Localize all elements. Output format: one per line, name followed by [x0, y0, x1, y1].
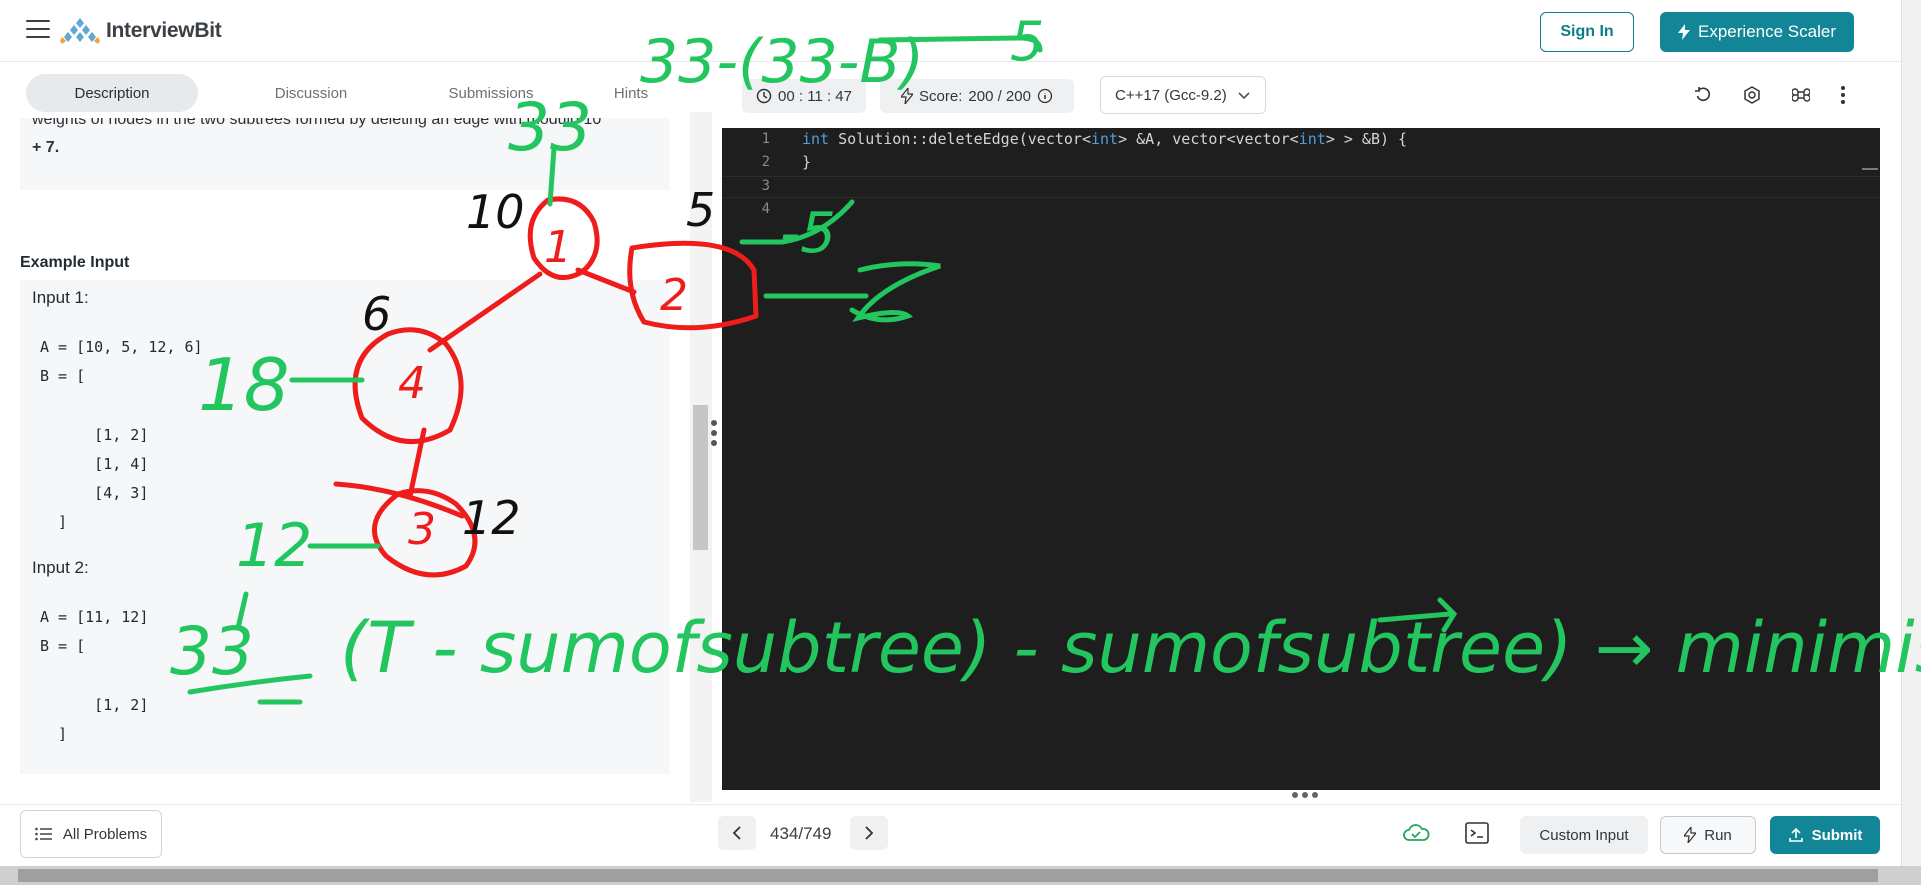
- more-options-icon[interactable]: [1830, 82, 1856, 108]
- chevron-right-icon: [865, 826, 874, 840]
- editor-scrollbar[interactable]: [1880, 128, 1900, 790]
- example-code-line: B = [: [40, 637, 86, 655]
- example-code-line: [1, 2]: [40, 426, 149, 444]
- cloud-saved-icon[interactable]: [1402, 820, 1430, 846]
- list-icon: [35, 827, 52, 841]
- timer-value: 00 : 11 : 47: [778, 87, 852, 105]
- tab-discussion[interactable]: Discussion: [226, 74, 396, 112]
- next-problem-button[interactable]: [850, 816, 888, 850]
- editor-resize-handle[interactable]: [1290, 791, 1320, 799]
- brand-logo[interactable]: InterviewBit: [60, 14, 222, 48]
- page-vertical-scrollbar[interactable]: [1901, 0, 1921, 866]
- submit-label: Submit: [1811, 826, 1863, 844]
- all-problems-button[interactable]: All Problems: [20, 810, 162, 858]
- all-problems-label: All Problems: [62, 825, 148, 843]
- custom-input-button[interactable]: Custom Input: [1520, 816, 1648, 854]
- line-number: 3: [761, 178, 770, 194]
- previous-problem-button[interactable]: [718, 816, 756, 850]
- lightning-icon: [901, 88, 914, 104]
- submit-button[interactable]: Submit: [1770, 816, 1880, 854]
- logo-mark-icon: [60, 18, 100, 44]
- experience-scaler-label: Experience Scaler: [1698, 22, 1836, 41]
- example-code-line: [4, 3]: [40, 484, 149, 502]
- line-number: 2: [761, 154, 770, 170]
- code-line-2: }: [802, 153, 812, 171]
- current-line-highlight: [722, 176, 1880, 198]
- brand-name: InterviewBit: [106, 19, 222, 42]
- language-select[interactable]: C++17 (Gcc-9.2): [1100, 76, 1266, 114]
- problem-counter: 434/749: [770, 824, 832, 843]
- tab-hints[interactable]: Hints: [586, 74, 676, 112]
- description-line: + 7.: [32, 139, 60, 156]
- example-code-line: ]: [40, 725, 68, 743]
- reset-code-icon[interactable]: [1690, 82, 1716, 108]
- description-text-box: weights of nodes in the two subtrees for…: [20, 118, 670, 190]
- chevron-down-icon: [1238, 92, 1250, 100]
- menu-icon[interactable]: [26, 20, 50, 40]
- score-value: 200 / 200: [968, 87, 1031, 105]
- chevron-left-icon: [732, 826, 741, 840]
- description-line: weights of nodes in the two subtrees for…: [32, 118, 602, 128]
- example-code-line: A = [10, 5, 12, 6]: [40, 338, 203, 356]
- page-horizontal-scrollbar-thumb[interactable]: [18, 869, 1878, 882]
- clock-icon: [756, 88, 772, 104]
- minimap-marker: [1862, 168, 1878, 170]
- tab-description[interactable]: Description: [26, 74, 198, 112]
- line-number: 4: [761, 201, 770, 217]
- settings-icon[interactable]: [1739, 82, 1765, 108]
- example-input-heading: Example Input: [20, 254, 130, 271]
- run-label: Run: [1704, 826, 1732, 844]
- run-button[interactable]: Run: [1660, 816, 1756, 854]
- score-label: Score:: [919, 87, 963, 105]
- experience-scaler-button[interactable]: Experience Scaler: [1660, 12, 1854, 52]
- input-1-label: Input 1:: [32, 288, 89, 307]
- timer[interactable]: 00 : 11 : 47: [742, 79, 866, 113]
- example-input-box: Input 1: A = [10, 5, 12, 6] B = [ [1, 2]…: [20, 280, 670, 774]
- example-code-line: [1, 2]: [40, 696, 149, 714]
- problem-tabs: Description Discussion Submissions Hints: [26, 74, 676, 112]
- info-icon[interactable]: [1037, 88, 1053, 104]
- shortcuts-icon[interactable]: [1788, 82, 1814, 108]
- lightning-icon: [1684, 827, 1697, 843]
- score-display: Score: 200 / 200: [880, 79, 1074, 113]
- panel-resize-handle[interactable]: [711, 420, 719, 452]
- example-code-line: A = [11, 12]: [40, 608, 149, 626]
- example-code-line: ]: [40, 513, 68, 531]
- code-editor[interactable]: 1 2 3 4 int Solution::deleteEdge(vector<…: [722, 128, 1880, 790]
- lightning-icon: [1678, 24, 1691, 40]
- example-code-line: B = [: [40, 367, 86, 385]
- code-line-1: int Solution::deleteEdge(vector<int> &A,…: [802, 130, 1408, 148]
- example-code-line: [1, 4]: [40, 455, 149, 473]
- language-value: C++17 (Gcc-9.2): [1115, 86, 1227, 104]
- problem-description-pane: weights of nodes in the two subtrees for…: [0, 118, 690, 794]
- problem-scrollbar-thumb[interactable]: [693, 405, 708, 550]
- tab-submissions[interactable]: Submissions: [406, 74, 576, 112]
- line-number: 1: [761, 131, 770, 147]
- terminal-icon[interactable]: [1464, 820, 1490, 846]
- upload-icon: [1788, 827, 1803, 842]
- input-2-label: Input 2:: [32, 558, 89, 577]
- sign-in-button[interactable]: Sign In: [1540, 12, 1634, 52]
